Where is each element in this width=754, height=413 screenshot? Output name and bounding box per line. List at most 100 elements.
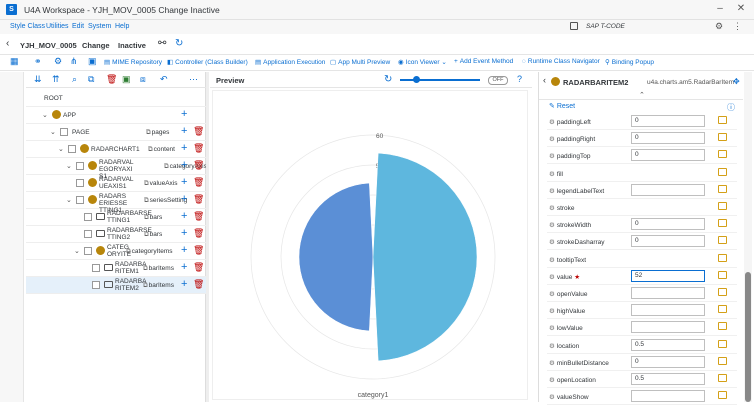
binding-folder-icon[interactable] bbox=[718, 202, 727, 210]
properties-scrollbar[interactable] bbox=[744, 72, 752, 402]
expand-icon[interactable]: ⌄ bbox=[66, 196, 72, 204]
runtime-navigator-button[interactable]: ◌ Runtime Class Navigator bbox=[522, 58, 600, 65]
menu-help[interactable]: Help bbox=[115, 23, 129, 30]
menu-icon[interactable]: ⋮ bbox=[733, 21, 742, 32]
property-input[interactable] bbox=[631, 321, 705, 334]
property-input[interactable]: 0 bbox=[631, 132, 705, 145]
tree-row[interactable]: RADARBARSE TTING2 ⧉bars + 🗑 bbox=[26, 226, 206, 243]
binding-folder-icon[interactable] bbox=[718, 167, 727, 176]
property-input[interactable] bbox=[631, 390, 705, 403]
binding-folder-icon[interactable] bbox=[718, 253, 727, 262]
binding-folder-icon[interactable] bbox=[718, 150, 727, 159]
search-icon[interactable]: ⌕ bbox=[72, 74, 77, 85]
add-child-icon[interactable]: + bbox=[181, 193, 187, 205]
copy-icon[interactable]: ⧉ bbox=[88, 74, 94, 85]
preview-refresh-icon[interactable]: ↻ bbox=[384, 74, 392, 85]
add-child-icon[interactable]: + bbox=[181, 261, 187, 273]
pin-icon[interactable]: ✥ bbox=[733, 77, 740, 86]
multi-preview-button[interactable]: ▢ App Multi Preview bbox=[330, 58, 390, 66]
delete-node-icon[interactable]: 🗑 bbox=[193, 228, 204, 239]
property-input[interactable]: 0 bbox=[631, 115, 705, 127]
menu-edit[interactable]: Edit bbox=[72, 23, 84, 30]
back-icon[interactable]: ‹ bbox=[6, 38, 9, 49]
binoculars-icon[interactable]: ⚯ bbox=[158, 38, 166, 49]
tree-row[interactable]: RADARBA RITEM2 ⧉barItems + 🗑 bbox=[26, 277, 206, 294]
zoom-slider[interactable] bbox=[400, 79, 480, 81]
row-checkbox[interactable] bbox=[84, 247, 92, 255]
tree-row[interactable]: RADARBARSE TTING1 ⧉bars + 🗑 bbox=[26, 209, 206, 226]
row-checkbox[interactable] bbox=[68, 145, 76, 153]
add-child-icon[interactable]: + bbox=[181, 278, 187, 290]
row-checkbox[interactable] bbox=[92, 281, 100, 289]
add-child-icon[interactable]: + bbox=[181, 210, 187, 222]
delete-node-icon[interactable]: 🗑 bbox=[193, 245, 204, 256]
expand-icon[interactable]: ⌄ bbox=[66, 162, 72, 170]
add-child-icon[interactable]: + bbox=[181, 227, 187, 239]
delete-node-icon[interactable]: 🗑 bbox=[193, 126, 204, 137]
tree-row[interactable]: ⌄ PAGE ⧉pages + 🗑 bbox=[26, 124, 206, 141]
layout-icon[interactable]: ▦ bbox=[10, 56, 19, 67]
add-child-icon[interactable]: + bbox=[181, 159, 187, 171]
binding-folder-icon[interactable] bbox=[718, 391, 727, 400]
menu-utilities[interactable]: Utilities bbox=[46, 23, 69, 30]
delete-node-icon[interactable]: 🗑 bbox=[193, 211, 204, 222]
delete-node-icon[interactable]: 🗑 bbox=[193, 262, 204, 273]
zoom-handle[interactable] bbox=[413, 76, 420, 83]
binding-folder-icon[interactable] bbox=[718, 116, 727, 124]
back-icon[interactable]: ‹ bbox=[543, 75, 546, 85]
tree-icon[interactable]: ⋔ bbox=[70, 56, 78, 67]
delete-icon[interactable]: 🗑 bbox=[106, 74, 117, 85]
tree-row[interactable]: ⌄ APP + bbox=[26, 107, 206, 124]
tree-row[interactable]: ⌄ RADARS ERIESSE TTING1 ⧉seriesSetting + 🗑 bbox=[26, 192, 206, 214]
add-child-icon[interactable]: + bbox=[181, 142, 187, 154]
binding-folder-icon[interactable] bbox=[718, 356, 727, 365]
binding-folder-icon[interactable] bbox=[718, 133, 727, 142]
row-checkbox[interactable] bbox=[60, 128, 68, 136]
radar-bar-2[interactable] bbox=[372, 152, 478, 362]
save-icon[interactable]: ▣ bbox=[88, 56, 97, 67]
tree-row[interactable]: ⌄ RADARVAL EGORYAXI S1 ⧉categoryAxis + 🗑 bbox=[26, 158, 207, 180]
row-checkbox[interactable] bbox=[76, 162, 84, 170]
delete-node-icon[interactable]: 🗑 bbox=[193, 194, 204, 205]
property-input[interactable]: 0 bbox=[631, 235, 705, 248]
delete-node-icon[interactable]: 🗑 bbox=[193, 143, 204, 154]
add-child-icon[interactable]: + bbox=[181, 125, 187, 137]
add-child-icon[interactable]: + bbox=[181, 108, 187, 120]
tree-row[interactable]: ROOT bbox=[26, 90, 206, 107]
add-child-icon[interactable]: + bbox=[181, 176, 187, 188]
collapse-icon[interactable]: ⌃ bbox=[639, 91, 645, 99]
tree-row[interactable]: RADARBA RITEM1 ⧉barItems + 🗑 bbox=[26, 260, 206, 277]
info-icon[interactable]: ⓘ bbox=[727, 102, 735, 113]
binding-folder-icon[interactable] bbox=[718, 374, 727, 382]
property-input[interactable]: 0 bbox=[631, 355, 705, 368]
expand-icon[interactable]: ⌄ bbox=[74, 247, 80, 255]
undo-icon[interactable]: ↶ bbox=[160, 74, 168, 85]
delete-node-icon[interactable]: 🗑 bbox=[193, 279, 204, 290]
property-input[interactable] bbox=[631, 304, 705, 317]
help-icon[interactable]: ? bbox=[517, 74, 522, 84]
tree-row[interactable]: ⌄ CATEG ORYITE ⧉categoryItems + 🗑 bbox=[26, 243, 206, 260]
tcode-label[interactable]: SAP T-CODE bbox=[586, 23, 625, 30]
delete-node-icon[interactable]: 🗑 bbox=[193, 177, 204, 188]
menu-style-class[interactable]: Style Class bbox=[10, 23, 45, 30]
expand-all-icon[interactable]: ⇊ bbox=[34, 74, 42, 85]
property-input[interactable]: 0.5 bbox=[631, 373, 705, 385]
binding-folder-icon[interactable] bbox=[718, 270, 727, 279]
icon-viewer-button[interactable]: ◉ Icon Viewer ⌄ bbox=[398, 58, 447, 66]
binding-folder-icon[interactable] bbox=[718, 184, 727, 193]
row-checkbox[interactable] bbox=[76, 179, 84, 187]
menu-system[interactable]: System bbox=[88, 23, 111, 30]
scrollbar-thumb[interactable] bbox=[745, 272, 751, 402]
row-checkbox[interactable] bbox=[84, 213, 92, 221]
reset-button[interactable]: ✎ Reset bbox=[549, 102, 575, 110]
splitter-left[interactable] bbox=[206, 72, 209, 402]
close-icon[interactable]: ✕ bbox=[734, 3, 748, 14]
paste-icon[interactable]: ⧈ bbox=[140, 74, 146, 85]
expand-icon[interactable]: ⌄ bbox=[58, 145, 64, 153]
refresh-icon[interactable]: ↻ bbox=[175, 38, 183, 49]
controller-button[interactable]: ◧ Controller (Class Builder) bbox=[167, 58, 248, 66]
mime-repository-button[interactable]: ▤ MIME Repository bbox=[104, 58, 162, 66]
property-input[interactable]: 0 bbox=[631, 149, 705, 162]
tree-row[interactable]: RADARVAL UEAXIS1 ⧉valueAxis + 🗑 bbox=[26, 175, 206, 192]
add-child-icon[interactable]: + bbox=[181, 244, 187, 256]
